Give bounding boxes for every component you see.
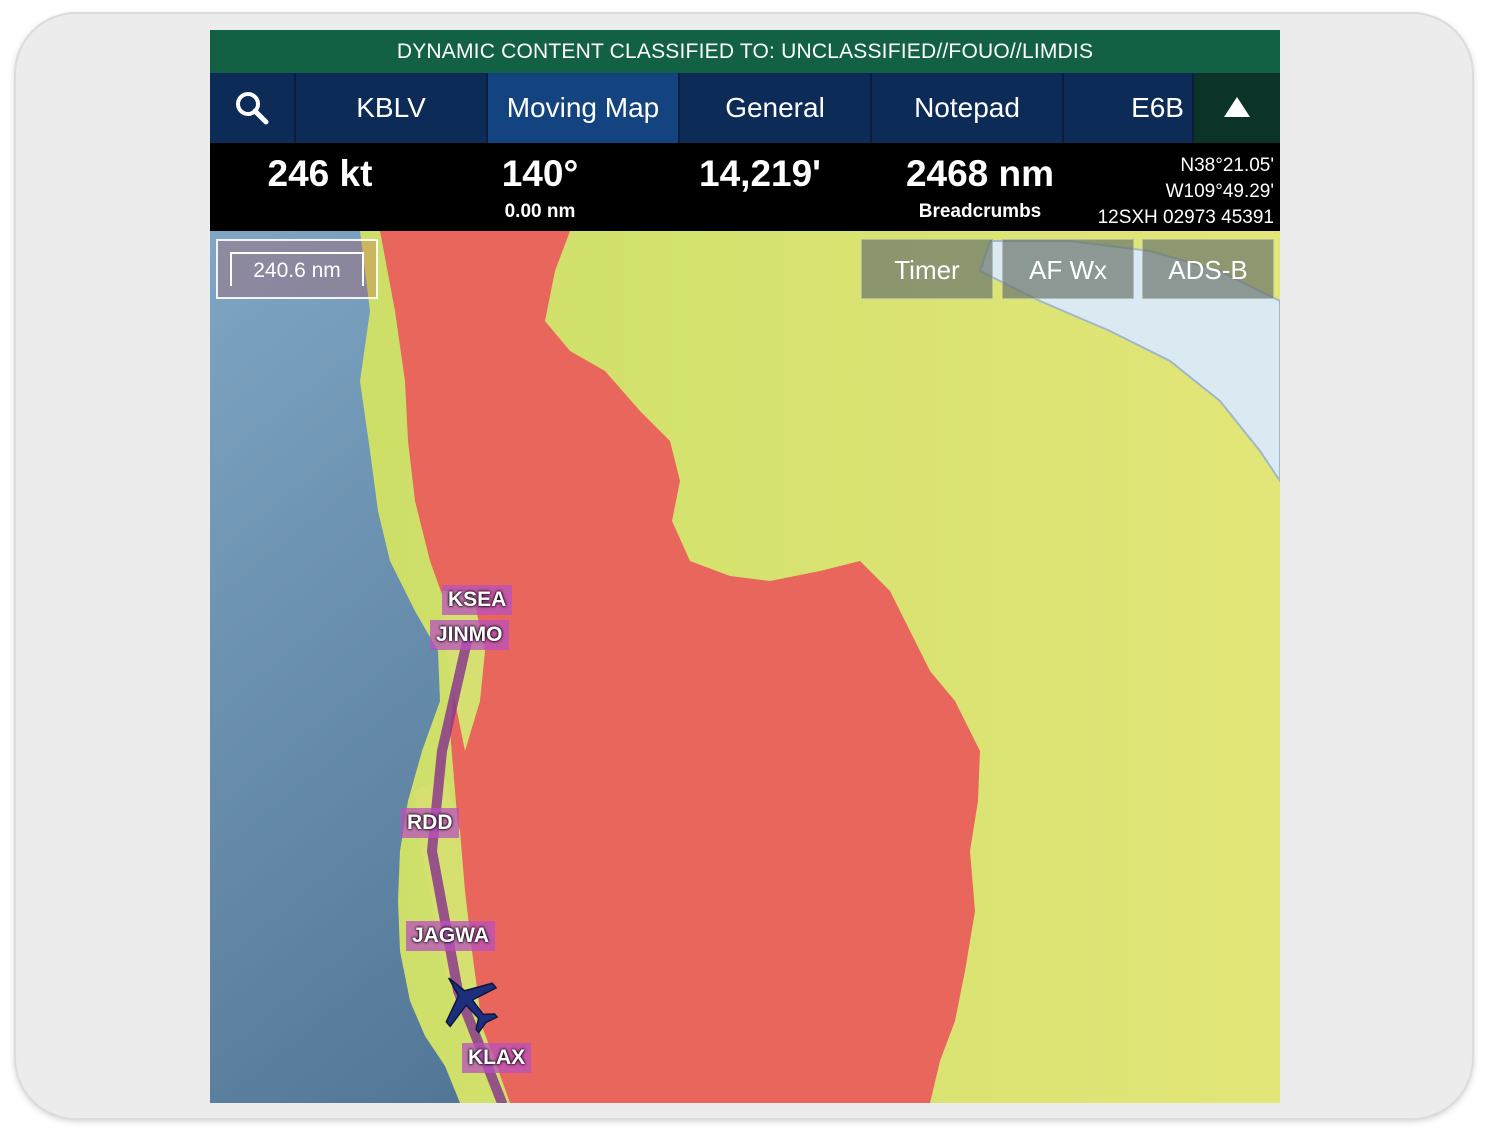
search-button[interactable]	[210, 73, 296, 143]
scale-label: 240.6 nm	[230, 252, 364, 286]
tab-moving-map[interactable]: Moving Map	[488, 73, 680, 143]
search-icon	[236, 92, 269, 125]
timer-button[interactable]: Timer	[861, 239, 993, 299]
heading-distance: 0.00 nm	[504, 201, 576, 222]
tab-e6b[interactable]: E6B	[1064, 73, 1194, 143]
tab-kblv[interactable]: KBLV	[296, 73, 488, 143]
tab-notepad[interactable]: Notepad	[872, 73, 1064, 143]
map-scale: 240.6 nm	[216, 239, 378, 299]
waypoint-klax[interactable]: KLAX	[462, 1043, 532, 1073]
app-window: DYNAMIC CONTENT CLASSIFIED TO: UNCLASSIF…	[210, 30, 1280, 1103]
waypoint-rdd[interactable]: RDD	[401, 808, 459, 838]
breadcrumb-distance[interactable]: 2468 nm	[880, 153, 1080, 195]
waypoint-jagwa[interactable]: JAGWA	[406, 921, 496, 951]
collapse-button[interactable]	[1194, 73, 1280, 143]
tab-general[interactable]: General	[680, 73, 872, 143]
waypoint-ksea[interactable]: KSEA	[442, 585, 513, 615]
altitude-readout: 14,219'	[699, 153, 821, 194]
waypoint-jinmo[interactable]: JINMO	[430, 620, 509, 650]
moving-map[interactable]: 240.6 nm Timer AF Wx ADS-B KSEA JINMO RD…	[210, 231, 1280, 1103]
top-nav: KBLV Moving Map General Notepad E6B	[210, 73, 1280, 143]
map-canvas	[210, 231, 1280, 1103]
ads-b-button[interactable]: ADS-B	[1142, 239, 1274, 299]
classification-banner: DYNAMIC CONTENT CLASSIFIED TO: UNCLASSIF…	[210, 30, 1280, 73]
heading-readout: 140°	[501, 153, 579, 194]
mgrs-readout: 12SXH 02973 45391	[1097, 207, 1274, 228]
longitude-readout: W109°49.29'	[1165, 181, 1274, 202]
latitude-readout: N38°21.05'	[1180, 155, 1274, 176]
af-wx-button[interactable]: AF Wx	[1002, 239, 1134, 299]
breadcrumbs-label: Breadcrumbs	[918, 201, 1042, 222]
triangle-up-icon	[1224, 97, 1250, 117]
groundspeed-readout: 246 kt	[267, 153, 373, 194]
flight-status-bar: 246 kt 140° 0.00 nm 14,219' 2468 nm Brea…	[210, 143, 1280, 231]
